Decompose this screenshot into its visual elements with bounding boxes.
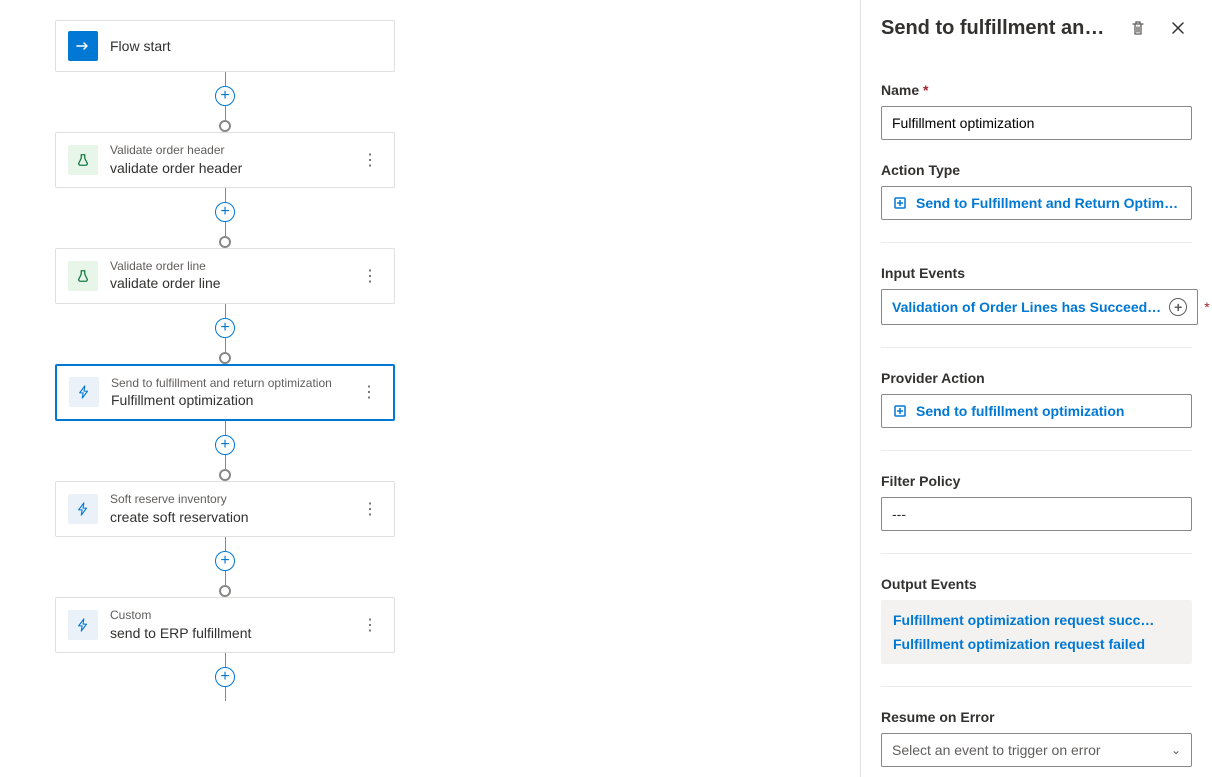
connector-node	[219, 120, 231, 132]
input-events-label: Input Events	[881, 265, 1192, 281]
flow-start-label: Flow start	[110, 37, 382, 55]
lightning-icon	[68, 494, 98, 524]
add-step-button[interactable]: +	[215, 551, 235, 571]
add-step-button[interactable]: +	[215, 435, 235, 455]
panel-title: Send to fulfillment an…	[881, 17, 1124, 40]
close-icon	[1171, 21, 1185, 35]
node-title: send to ERP fulfillment	[110, 624, 382, 642]
action-type-label: Action Type	[881, 162, 1192, 178]
connector-line	[225, 687, 226, 701]
optimization-icon	[892, 195, 908, 211]
node-category: Validate order header	[110, 143, 382, 159]
add-step-button[interactable]: +	[215, 86, 235, 106]
input-event-value: Validation of Order Lines has Succeed…	[892, 299, 1161, 315]
flow-start-node[interactable]: Flow start	[55, 20, 395, 72]
name-label: Name *	[881, 82, 1192, 98]
output-event-item[interactable]: Fulfillment optimization request failed	[893, 632, 1180, 656]
connector-node	[219, 585, 231, 597]
output-events-label: Output Events	[881, 576, 1192, 592]
optimization-icon	[892, 403, 908, 419]
filter-policy-input[interactable]: ---	[881, 497, 1192, 531]
resume-placeholder: Select an event to trigger on error	[892, 742, 1101, 758]
connector-line	[225, 106, 226, 120]
provider-action-selector[interactable]: Send to fulfillment optimization	[881, 394, 1192, 428]
more-icon[interactable]: ⋮	[358, 611, 382, 639]
provider-action-value: Send to fulfillment optimization	[916, 403, 1124, 419]
output-events-list: Fulfillment optimization request succ… F…	[881, 600, 1192, 664]
node-title: Fulfillment optimization	[111, 391, 381, 409]
flow-canvas[interactable]: Flow start + Validate order header valid…	[0, 0, 860, 777]
trash-icon	[1130, 20, 1146, 36]
connector-line	[225, 222, 226, 236]
name-input[interactable]	[881, 106, 1192, 140]
connector-node	[219, 469, 231, 481]
more-icon[interactable]: ⋮	[358, 146, 382, 174]
resume-select[interactable]: Select an event to trigger on error ⌄	[881, 733, 1192, 767]
more-icon[interactable]: ⋮	[358, 495, 382, 523]
node-category: Soft reserve inventory	[110, 492, 382, 508]
flow-node-validate-line[interactable]: Validate order line validate order line …	[55, 248, 395, 304]
action-type-value: Send to Fulfillment and Return Optimiza…	[916, 195, 1181, 211]
input-event-selector[interactable]: Validation of Order Lines has Succeed… +	[881, 289, 1198, 325]
node-title: validate order header	[110, 159, 382, 177]
connector-line	[225, 338, 226, 352]
flask-icon	[68, 261, 98, 291]
flask-icon	[68, 145, 98, 175]
connector-line	[225, 188, 226, 202]
more-icon[interactable]: ⋮	[357, 378, 381, 406]
connector-node	[219, 352, 231, 364]
flow-node-soft-reserve[interactable]: Soft reserve inventory create soft reser…	[55, 481, 395, 537]
connector-line	[225, 653, 226, 667]
connector-node	[219, 236, 231, 248]
connector-line	[225, 455, 226, 469]
flow-node-fulfillment-optimization[interactable]: Send to fulfillment and return optimizat…	[55, 364, 395, 422]
provider-action-label: Provider Action	[881, 370, 1192, 386]
connector-line	[225, 537, 226, 551]
node-title: create soft reservation	[110, 508, 382, 526]
node-title: validate order line	[110, 274, 382, 292]
flow-node-custom-erp[interactable]: Custom send to ERP fulfillment ⋮	[55, 597, 395, 653]
connector-line	[225, 304, 226, 318]
node-category: Send to fulfillment and return optimizat…	[111, 376, 381, 392]
chevron-down-icon: ⌄	[1171, 743, 1181, 757]
filter-policy-value: ---	[892, 506, 906, 522]
action-type-selector[interactable]: Send to Fulfillment and Return Optimiza…	[881, 186, 1192, 220]
resume-label: Resume on Error	[881, 709, 1192, 725]
node-category: Validate order line	[110, 259, 382, 275]
node-category: Custom	[110, 608, 382, 624]
properties-panel: Send to fulfillment an… Name * Action Ty…	[860, 0, 1212, 777]
required-indicator: *	[1204, 299, 1209, 315]
lightning-icon	[68, 610, 98, 640]
add-event-button[interactable]: +	[1169, 298, 1187, 316]
more-icon[interactable]: ⋮	[358, 262, 382, 290]
delete-button[interactable]	[1124, 14, 1152, 42]
connector-line	[225, 421, 226, 435]
flow-node-validate-header[interactable]: Validate order header validate order hea…	[55, 132, 395, 188]
output-event-item[interactable]: Fulfillment optimization request succ…	[893, 608, 1180, 632]
close-button[interactable]	[1164, 14, 1192, 42]
add-step-button[interactable]: +	[215, 318, 235, 338]
add-step-button[interactable]: +	[215, 202, 235, 222]
connector-line	[225, 72, 226, 86]
add-step-button[interactable]: +	[215, 667, 235, 687]
flow-start-icon	[68, 31, 98, 61]
lightning-icon	[69, 377, 99, 407]
filter-policy-label: Filter Policy	[881, 473, 1192, 489]
connector-line	[225, 571, 226, 585]
